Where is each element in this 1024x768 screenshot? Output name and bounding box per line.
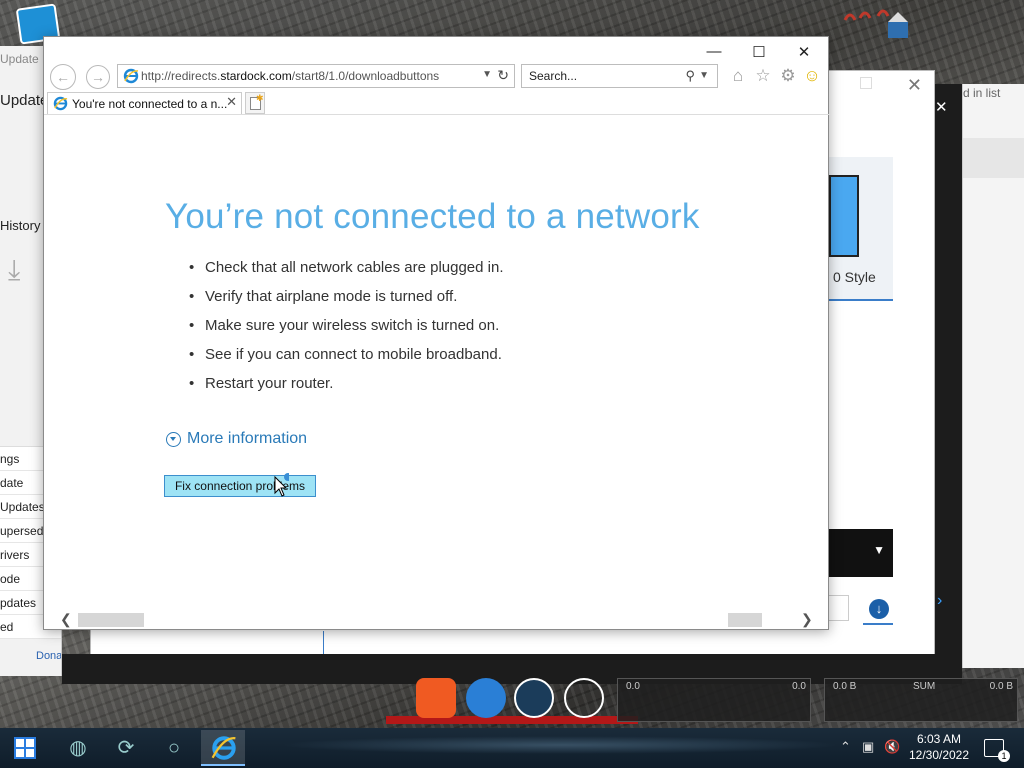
wise-care-icon[interactable] — [466, 678, 506, 718]
start-pane — [26, 739, 34, 747]
right-background-window[interactable]: d in list — [962, 84, 1024, 668]
network-disconnected-icon[interactable]: ▣ — [862, 739, 874, 755]
tiles-app-icon[interactable] — [514, 678, 554, 718]
mouse-cursor-icon — [274, 473, 289, 497]
close-icon[interactable]: ✕ — [935, 98, 948, 116]
taskbar-app-icon[interactable]: ◍ — [56, 730, 100, 766]
taskbar: ◍ ⟳ ○ ⌃ ▣ 🔇 6:03 AM 12/30/2022 1 — [0, 728, 1024, 768]
back-button[interactable]: ← — [50, 64, 76, 90]
address-dropdown-icon[interactable]: ▼ — [482, 69, 492, 80]
url-prefix: http://redirects. — [141, 69, 221, 83]
ie-logo-icon — [123, 68, 139, 84]
list-item: Verify that airplane mode is turned off. — [189, 288, 504, 317]
style-dropdown[interactable]: ▼ — [829, 529, 893, 577]
tab-close-icon[interactable]: ✕ — [226, 94, 237, 110]
app-dock — [386, 678, 638, 726]
taskbar-ie-button[interactable] — [201, 730, 245, 766]
dark-side-panel: ✕ › — [935, 84, 962, 684]
notification-count: 1 — [998, 750, 1010, 762]
search-placeholder: Search... — [529, 69, 578, 83]
sum-left-value: 0.0 B — [833, 681, 857, 692]
more-information-label: More information — [187, 430, 308, 447]
favorites-star-icon[interactable]: ☆ — [753, 66, 773, 86]
reindeer-decoration-icon — [843, 9, 908, 38]
ie-logo-icon — [211, 736, 236, 760]
page-title: You’re not connected to a network — [165, 197, 700, 236]
history-label[interactable]: History — [0, 218, 40, 233]
text-field[interactable] — [829, 595, 849, 621]
scroll-left-icon[interactable]: ❮ — [60, 611, 72, 628]
section-header: Update — [0, 92, 49, 109]
divider — [323, 631, 324, 656]
style-tile[interactable]: 0 Style — [829, 157, 893, 301]
home-icon[interactable]: ⌂ — [728, 66, 748, 86]
search-box[interactable]: Search... ⚲ ▼ — [521, 64, 718, 88]
chevron-down-icon: ▼ — [873, 543, 885, 557]
close-icon[interactable]: ✕ — [907, 75, 922, 96]
address-bar[interactable]: http://redirects.stardock.com/start8/1.0… — [117, 64, 515, 88]
scroll-right-icon[interactable]: ❯ — [801, 611, 813, 628]
chevron-right-icon[interactable]: › — [937, 592, 942, 610]
scrollbar-thumb[interactable] — [728, 613, 762, 627]
system-clock[interactable]: 6:03 AM 12/30/2022 — [902, 731, 976, 763]
ie-logo-icon — [53, 96, 68, 111]
start-pane — [16, 749, 24, 757]
maximize-button[interactable]: ☐ — [744, 43, 774, 63]
clock-time: 6:03 AM — [916, 732, 962, 746]
refresh-icon[interactable]: ↻ — [497, 67, 509, 84]
forward-button[interactable]: → — [86, 65, 110, 89]
internet-explorer-window[interactable]: — ☐ ✕ ← → http://redirects.stardock.com/… — [43, 36, 830, 630]
search-dropdown-icon[interactable]: ▼ — [699, 70, 709, 81]
chevron-down-icon — [166, 432, 181, 447]
brave-browser-icon[interactable] — [416, 678, 456, 718]
list-item: See if you can connect to mobile broadba… — [189, 346, 504, 375]
search-icon[interactable]: ⚲ — [685, 68, 695, 84]
browser-tab[interactable]: You're not connected to a n... ✕ — [47, 92, 242, 114]
list-text: d in list — [963, 86, 1001, 100]
close-button[interactable]: ✕ — [789, 43, 819, 63]
minimize-button[interactable]: — — [699, 43, 729, 63]
windows-style-icon — [829, 175, 859, 257]
action-center-icon[interactable]: 1 — [984, 739, 1010, 762]
horizontal-scrollbar[interactable]: ❮ ❯ — [44, 609, 828, 629]
tab-title: You're not connected to a n... — [72, 97, 228, 111]
url-text: http://redirects.stardock.com/start8/1.0… — [141, 69, 439, 83]
sum-right-value: 0.0 B — [989, 681, 1013, 692]
tab-divider — [44, 114, 830, 115]
start-button[interactable] — [14, 737, 36, 759]
new-tab-button[interactable]: ✱ — [245, 92, 265, 114]
sum-label: SUM — [913, 681, 936, 692]
net-right-value: 0.0 — [792, 681, 806, 692]
download-icon[interactable]: ⤓ — [8, 254, 38, 285]
sum-meter-widget: 0.0 B SUM 0.0 B — [824, 678, 1018, 722]
fix-connection-button[interactable]: Fix connection problems — [164, 475, 316, 497]
taskbar-sync-icon[interactable]: ⟳ — [104, 730, 148, 766]
settings-gear-icon[interactable]: ⚙ — [778, 66, 798, 86]
download-arrow-icon: ↓ — [869, 599, 889, 619]
maximize-button[interactable] — [860, 77, 872, 89]
volume-muted-icon[interactable]: 🔇 — [884, 739, 900, 755]
scrollbar-thumb[interactable] — [78, 613, 144, 627]
list-item: Restart your router. — [189, 375, 504, 404]
list-item: Check that all network cables are plugge… — [189, 259, 504, 288]
panel-block — [963, 138, 1024, 178]
download-button[interactable]: ↓ — [863, 595, 893, 625]
sync-icon[interactable] — [564, 678, 604, 718]
donate-link[interactable]: Donat — [36, 650, 61, 662]
url-suffix: /start8/1.0/downloadbuttons — [291, 69, 440, 83]
net-left-value: 0.0 — [626, 681, 640, 692]
clock-date: 12/30/2022 — [908, 748, 970, 762]
show-hidden-icons[interactable]: ⌃ — [840, 739, 851, 755]
start-pane — [26, 749, 34, 757]
start-pane — [16, 739, 24, 747]
taskbar-cortana-icon[interactable]: ○ — [152, 730, 196, 766]
feedback-smiley-icon[interactable]: ☺ — [802, 66, 822, 86]
style-tile-label: 0 Style — [833, 269, 876, 285]
troubleshooting-list: Check that all network cables are plugge… — [189, 259, 504, 404]
list-item: Make sure your wireless switch is turned… — [189, 317, 504, 346]
sparkle-icon: ✱ — [256, 93, 264, 103]
url-domain: stardock.com — [220, 69, 292, 83]
network-meter-widget: 0.0 0.0 — [617, 678, 811, 722]
